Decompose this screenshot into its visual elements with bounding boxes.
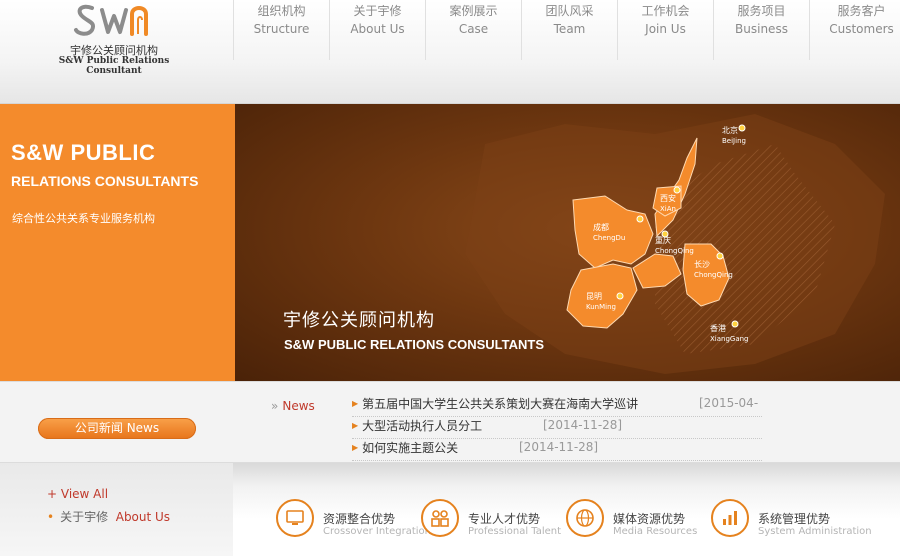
advantage-title: 资源整合优势 bbox=[323, 512, 396, 526]
nav-item-cn-label: 服务客户 bbox=[837, 4, 886, 18]
city-label-hongkong: 香港 XiangGang bbox=[710, 324, 749, 344]
city-cn: 北京 bbox=[722, 126, 738, 135]
nav-item-en-label: Business bbox=[735, 22, 788, 36]
city-en: BeiJing bbox=[722, 137, 746, 145]
city-cn: 昆明 bbox=[586, 292, 602, 301]
nav-item-case[interactable]: 案例展示 Case bbox=[425, 0, 521, 60]
news-date: [2014-11-28] bbox=[543, 418, 623, 432]
advantage-subtitle: Crossover Integration bbox=[323, 526, 431, 537]
advantage-subtitle: Professional Talent bbox=[468, 526, 562, 537]
bullet-triangle-icon: ▶ bbox=[352, 421, 359, 430]
logo-english-name-line2: Consultant bbox=[86, 66, 142, 76]
city-en: XiAn bbox=[660, 205, 676, 213]
about-cn-label: 关于宇修 bbox=[60, 510, 109, 524]
nav-item-en-label: Customers bbox=[829, 22, 894, 36]
nav-item-en-label: Team bbox=[553, 22, 586, 36]
banner-left-subtitle: 综合性公共关系专业服务机构 bbox=[12, 212, 155, 225]
advantage-subtitle: System Administration bbox=[758, 526, 872, 537]
news-date: [2014-11-28] bbox=[519, 440, 599, 454]
main-nav: 组织机构 Structure 关于宇修 About Us 案例展示 Case 团… bbox=[233, 0, 900, 60]
news-item[interactable]: ▶ 如何实施主题公关 [2014-11-28] bbox=[352, 439, 762, 461]
nav-item-en-label: About Us bbox=[350, 22, 405, 36]
banner-left-title: S&W PUBLIC bbox=[11, 140, 156, 165]
chart-icon bbox=[711, 499, 749, 537]
nav-item-join-us[interactable]: 工作机会 Join Us bbox=[617, 0, 713, 60]
nav-item-cn-label: 组织机构 bbox=[257, 4, 306, 18]
monitor-icon bbox=[276, 499, 314, 537]
news-item[interactable]: ▶ 大型活动执行人员分工 [2014-11-28] bbox=[352, 417, 762, 439]
header: 宇修公关顾问机构 S&W Public Relations Consultant… bbox=[0, 0, 900, 104]
people-icon bbox=[421, 499, 459, 537]
nav-item-structure[interactable]: 组织机构 Structure bbox=[233, 0, 329, 60]
city-cn: 香港 bbox=[710, 324, 726, 333]
city-label-chengdu: 成都 ChengDu bbox=[593, 223, 625, 243]
city-cn: 重庆 bbox=[655, 236, 671, 245]
nav-item-en-label: Join Us bbox=[645, 22, 686, 36]
advantage-title: 专业人才优势 bbox=[468, 512, 541, 526]
city-cn: 长沙 bbox=[694, 260, 710, 269]
logo[interactable]: 宇修公关顾问机构 S&W Public Relations Consultant bbox=[44, 0, 184, 80]
nav-item-cn-label: 案例展示 bbox=[449, 4, 498, 18]
advantage-title: 系统管理优势 bbox=[758, 512, 831, 526]
city-en: ChengDu bbox=[593, 234, 626, 242]
advantage-title: 媒体资源优势 bbox=[613, 512, 686, 526]
about-en-label: About Us bbox=[115, 510, 171, 524]
hero-banner: S&W PUBLIC RELATIONS CONSULTANTS 综合性公共关系… bbox=[0, 104, 900, 381]
view-all-link[interactable]: + View All bbox=[47, 487, 108, 501]
news-section-label: » News bbox=[271, 399, 315, 413]
nav-item-about-us[interactable]: 关于宇修 About Us bbox=[329, 0, 425, 60]
city-label-chongqing: 重庆 ChongQing bbox=[655, 236, 694, 256]
news-label-text: News bbox=[282, 399, 315, 413]
city-en: ChongQing bbox=[655, 247, 694, 255]
city-en: ChongQing bbox=[694, 271, 733, 279]
city-label-beijing: 北京 BeiJing bbox=[722, 126, 746, 146]
banner-left-panel: S&W PUBLIC RELATIONS CONSULTANTS 综合性公共关系… bbox=[0, 104, 235, 381]
advantages-strip: 资源整合优势 Crossover Integration 专业人才优势 Prof… bbox=[233, 463, 900, 556]
advantage-subtitle: Media Resources bbox=[613, 526, 698, 537]
nav-item-cn-label: 服务项目 bbox=[737, 4, 786, 18]
city-label-kunming: 昆明 KunMing bbox=[586, 292, 616, 312]
news-title: 大型活动执行人员分工 bbox=[362, 419, 483, 433]
nav-item-customers[interactable]: 服务客户 Customers bbox=[809, 0, 900, 60]
about-us-link[interactable]: • 关于宇修 About Us bbox=[47, 508, 170, 525]
banner-map-panel: 北京 BeiJing 西安 XiAn 成都 ChengDu 重庆 ChongQi… bbox=[235, 104, 900, 381]
city-en: KunMing bbox=[586, 303, 616, 311]
bullet-triangle-icon: ▶ bbox=[352, 399, 359, 408]
news-item[interactable]: ▶ 第五届中国大学生公共关系策划大赛在海南大学巡讲 [2015-04- bbox=[352, 395, 762, 417]
bullet-dot-icon: • bbox=[47, 510, 55, 524]
news-section: 公司新闻 News » News ▶ 第五届中国大学生公共关系策划大赛在海南大学巡讲… bbox=[0, 381, 900, 463]
city-label-changsha: 长沙 ChongQing bbox=[694, 260, 733, 280]
banner-chinese-headline: 宇修公关顾问机构 bbox=[283, 310, 435, 331]
nav-item-business[interactable]: 服务项目 Business bbox=[713, 0, 809, 60]
nav-item-team[interactable]: 团队风采 Team bbox=[521, 0, 617, 60]
nav-item-en-label: Case bbox=[458, 22, 489, 36]
nav-item-cn-label: 关于宇修 bbox=[353, 4, 402, 18]
double-chevron-icon: » bbox=[271, 399, 279, 413]
city-cn: 西安 bbox=[660, 194, 676, 203]
news-title: 如何实施主题公关 bbox=[362, 441, 459, 455]
nav-item-cn-label: 团队风采 bbox=[545, 4, 594, 18]
city-cn: 成都 bbox=[593, 223, 609, 232]
sidebar-links: + View All • 关于宇修 About Us bbox=[0, 463, 233, 556]
bullet-triangle-icon: ▶ bbox=[352, 443, 359, 452]
logo-english-name-line1: S&W Public Relations bbox=[58, 56, 170, 66]
nav-item-cn-label: 工作机会 bbox=[641, 4, 690, 18]
banner-left-title-line2: RELATIONS CONSULTANTS bbox=[11, 173, 199, 189]
logo-mark-icon bbox=[74, 4, 148, 36]
nav-item-en-label: Structure bbox=[253, 22, 310, 36]
city-en: XiangGang bbox=[710, 335, 749, 343]
news-title: 第五届中国大学生公共关系策划大赛在海南大学巡讲 bbox=[362, 397, 639, 411]
news-date: [2015-04- bbox=[699, 396, 759, 410]
company-news-button[interactable]: 公司新闻 News bbox=[38, 418, 196, 439]
banner-english-headline: S&W PUBLIC RELATIONS CONSULTANTS bbox=[284, 337, 544, 352]
city-label-xian: 西安 XiAn bbox=[660, 194, 676, 214]
globe-icon bbox=[566, 499, 604, 537]
